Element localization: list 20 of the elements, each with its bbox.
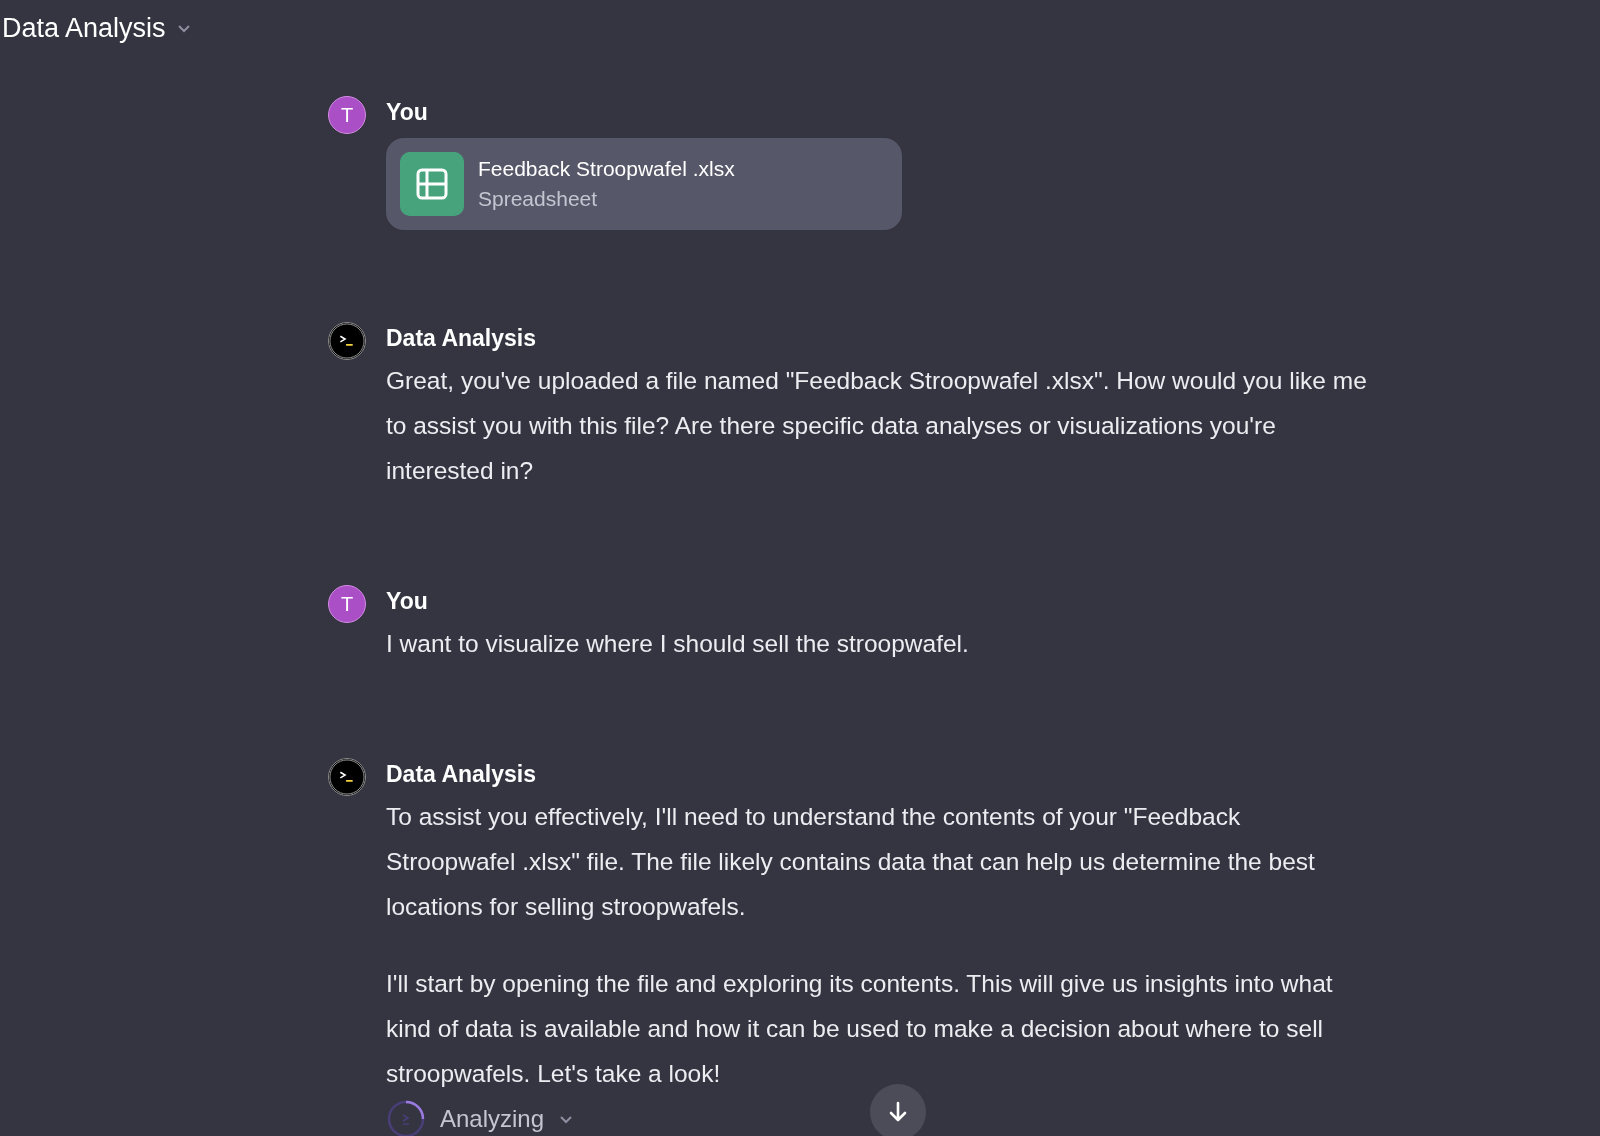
message-text: I'll start by opening the file and exploring its contents. This will give us insights into what kind of data is available and how it can be used to make a decision about where to sell stroopwafels. Let's take a look!	[386, 969, 1334, 1089]
file-attachment[interactable]: Feedback Stroopwafel .xlsx Spreadsheet	[386, 138, 902, 230]
user-avatar: T	[328, 96, 366, 134]
message-text: Great, you've uploaded a file named "Feedback Stroopwafel .xlsx". How would you like me to assist you with this file? Are there specific data analyses or visualizations you're interested in?	[386, 366, 1368, 486]
message-text: To assist you effectively, I'll need to understand the contents of your "Feedback Stroopwafel .xlsx" file. The file likely contains data that can help us determine the best locations for selling stroopwafels.	[386, 802, 1316, 922]
author-name: You	[386, 99, 428, 126]
terminal-avatar-icon	[328, 758, 366, 796]
status-label: Analyzing	[440, 1105, 545, 1133]
spreadsheet-icon	[400, 152, 464, 216]
file-name: Feedback Stroopwafel .xlsx	[478, 157, 735, 181]
terminal-avatar-icon	[328, 322, 366, 360]
file-type: Spreadsheet	[478, 187, 598, 211]
author-name: Data Analysis	[386, 761, 536, 788]
scroll-down-button[interactable]	[870, 1084, 926, 1136]
message-text: I want to visualize where I should sell the stroopwafel.	[386, 629, 969, 659]
user-avatar: T	[328, 585, 366, 623]
chat-title[interactable]: Data Analysis	[2, 12, 166, 44]
author-name: You	[386, 588, 428, 615]
loading-spinner-icon	[386, 1099, 426, 1136]
author-name: Data Analysis	[386, 325, 536, 352]
